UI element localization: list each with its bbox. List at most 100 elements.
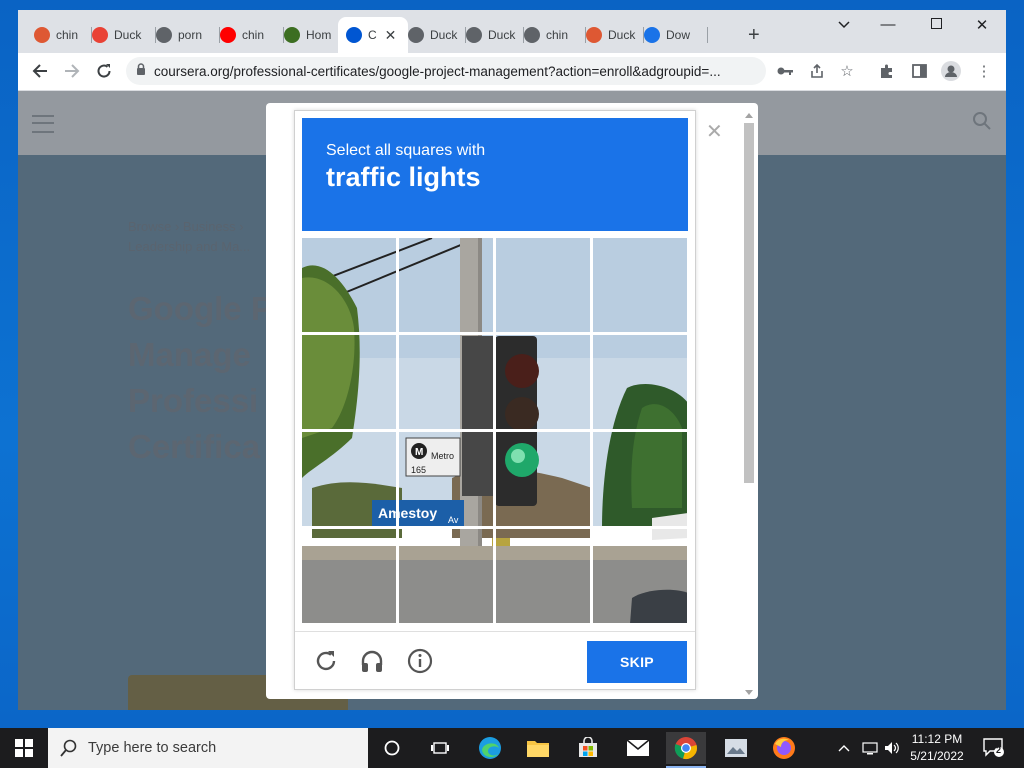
site-icon [284, 27, 300, 43]
new-tab-button[interactable]: + [748, 24, 760, 47]
browser-tab[interactable]: Duck [400, 21, 466, 49]
audio-challenge-headphones-icon[interactable] [357, 646, 387, 676]
browser-tab[interactable]: chin [212, 21, 284, 49]
info-icon[interactable] [405, 646, 435, 676]
browser-tab[interactable]: chin [26, 21, 92, 49]
browser-toolbar: coursera.org/professional-certificates/g… [18, 53, 1006, 91]
tab-label: Duck [114, 28, 142, 42]
captcha-tile[interactable] [591, 333, 688, 431]
captcha-tile[interactable] [591, 238, 688, 334]
tab-label: chin [546, 28, 569, 42]
download-icon [644, 27, 660, 43]
extensions-puzzle-icon[interactable] [876, 60, 898, 82]
task-view-icon[interactable] [420, 732, 460, 764]
system-clock[interactable]: 11:12 PM 5/21/2022 [902, 731, 972, 765]
share-icon[interactable] [806, 60, 828, 82]
show-hidden-icons-chevron[interactable] [838, 728, 850, 768]
coursera-icon [346, 27, 362, 43]
captcha-tile[interactable] [302, 527, 398, 624]
network-icon[interactable] [862, 728, 878, 768]
close-icon[interactable]: ✕ [706, 119, 723, 144]
browser-tab[interactable]: Duck [84, 21, 156, 49]
forward-arrow-icon[interactable] [60, 59, 84, 83]
search-icon [60, 739, 77, 757]
captcha-tile[interactable] [494, 430, 592, 528]
captcha-tile[interactable] [591, 430, 688, 528]
scroll-down-arrow[interactable] [745, 690, 753, 695]
microsoft-store-icon[interactable] [568, 732, 608, 764]
profile-avatar-icon[interactable] [940, 60, 962, 82]
duckduckgo-icon [34, 27, 50, 43]
windows-taskbar: Type here to search 11:12 PM 5/21/2022 2 [0, 728, 1024, 768]
tab-label: C [368, 28, 377, 42]
reload-icon[interactable] [92, 59, 116, 83]
tab-close-icon[interactable]: ✕ [385, 27, 397, 44]
captcha-tile[interactable] [397, 238, 495, 334]
bookmark-star-icon[interactable]: ☆ [836, 60, 858, 82]
browser-tab[interactable]: Duck [578, 21, 644, 49]
captcha-tile[interactable] [397, 430, 495, 528]
edge-browser-icon[interactable] [470, 732, 510, 764]
minimize-button[interactable]: — [868, 16, 908, 33]
lock-icon [136, 62, 146, 80]
firefox-icon[interactable] [764, 732, 804, 764]
desktop-icons-edge [0, 0, 18, 728]
tab-separator [707, 27, 708, 43]
menu-kebab-icon[interactable]: ⋮ [973, 60, 995, 82]
rainbow-icon [92, 27, 108, 43]
captcha-tile[interactable] [494, 238, 592, 334]
tab-strip: chin Duck porn chin Hom C ✕ Duck Duck chin Duck Dow… [18, 10, 1006, 53]
cortana-icon[interactable] [372, 732, 412, 764]
start-button[interactable] [0, 728, 48, 768]
skip-button[interactable]: SKIP [587, 641, 687, 683]
tab-search-chevron-icon[interactable] [824, 16, 864, 33]
captcha-footer: SKIP [295, 631, 695, 690]
tab-label: chin [56, 28, 79, 42]
captcha-tile[interactable] [397, 527, 495, 624]
mail-icon[interactable] [618, 732, 658, 764]
chrome-taskbar-icon[interactable] [666, 732, 706, 768]
captcha-target: traffic lights [326, 162, 481, 192]
tab-label: Duck [430, 28, 458, 42]
captcha-tile[interactable] [302, 333, 398, 431]
browser-tab[interactable]: Duck [458, 21, 524, 49]
browser-tab[interactable]: porn [148, 21, 220, 49]
captcha-image-grid: M Metro 165 Amestoy Av [302, 238, 688, 624]
volume-icon[interactable] [884, 728, 900, 768]
search-placeholder: Type here to search [88, 740, 217, 756]
captcha-tile[interactable] [302, 430, 398, 528]
captcha-tile[interactable] [494, 333, 592, 431]
modal-scrollbar[interactable] [744, 113, 754, 695]
globe-icon [156, 27, 172, 43]
windows-logo-icon [15, 739, 33, 757]
tab-label: Duck [608, 28, 636, 42]
close-window-button[interactable]: ✕ [962, 16, 1002, 34]
scroll-up-arrow[interactable] [745, 113, 753, 118]
maximize-button[interactable] [916, 16, 956, 33]
taskbar-search[interactable]: Type here to search [48, 728, 368, 768]
side-panel-icon[interactable] [908, 60, 930, 82]
notification-center-icon[interactable]: 2 [982, 736, 1004, 758]
browser-tab[interactable]: chin [516, 21, 586, 49]
photos-app-icon[interactable] [716, 732, 756, 764]
captcha-tile[interactable] [302, 238, 398, 334]
file-explorer-icon[interactable] [518, 732, 558, 764]
reload-challenge-icon[interactable] [311, 646, 341, 676]
duckduckgo-icon [586, 27, 602, 43]
scroll-thumb[interactable] [744, 123, 754, 483]
captcha-tile[interactable] [591, 527, 688, 624]
browser-tab[interactable]: Hom [276, 21, 346, 49]
tab-label: porn [178, 28, 203, 42]
clock-date: 5/21/2022 [910, 749, 964, 763]
captcha-tile[interactable] [494, 527, 592, 624]
browser-tab[interactable]: C ✕ [338, 17, 408, 53]
captcha-tile[interactable] [397, 333, 495, 431]
url-text: coursera.org/professional-certificates/g… [154, 63, 721, 79]
tab-label: chin [242, 28, 265, 42]
address-bar[interactable]: coursera.org/professional-certificates/g… [126, 57, 766, 85]
clock-time: 11:12 PM [911, 732, 963, 746]
key-icon[interactable] [774, 60, 796, 82]
back-arrow-icon[interactable] [28, 59, 52, 83]
browser-tab[interactable]: Dow [636, 21, 708, 49]
notification-count-badge: 2 [996, 745, 1002, 755]
